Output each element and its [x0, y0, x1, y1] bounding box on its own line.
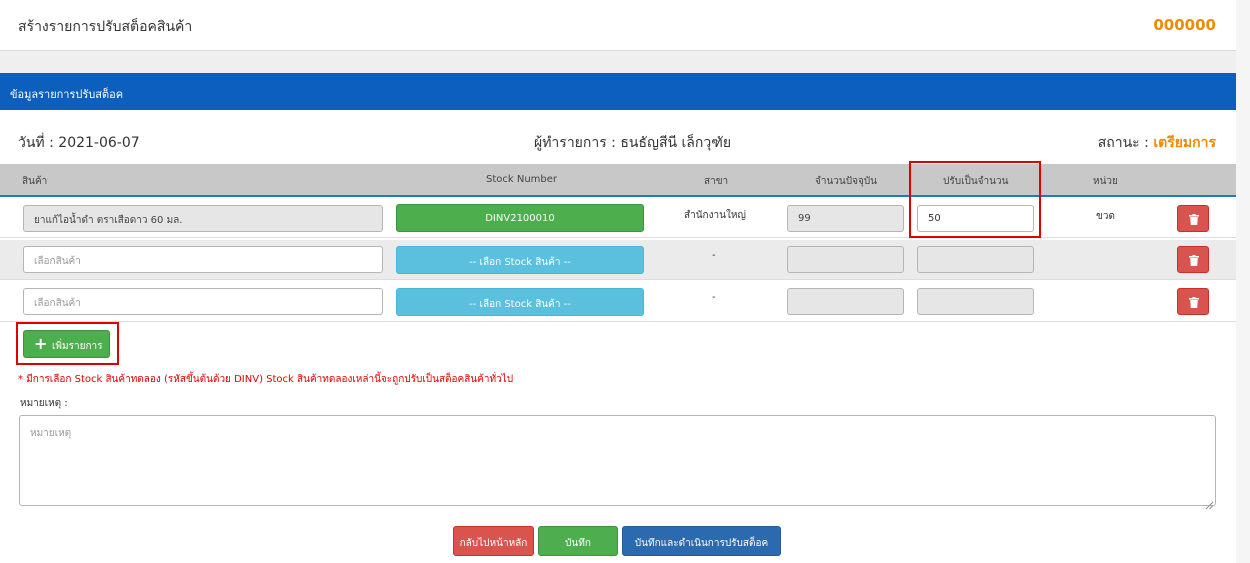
- maker-value: ธนธัญสีนี เล็กวุฑัย: [620, 135, 732, 151]
- info-row: วันที่ : 2021-06-07 ผู้ทำรายการ : ธนธัญส…: [0, 110, 1236, 164]
- date-info: วันที่ : 2021-06-07: [18, 132, 140, 154]
- page: สร้างรายการปรับสต็อคสินค้า 000000 ข้อมูล…: [0, 0, 1250, 563]
- delete-row-button[interactable]: [1177, 246, 1209, 273]
- date-value: 2021-06-07: [58, 135, 140, 151]
- table-row: เลือกสินค้า -- เลือก Stock สินค้า -- -: [0, 282, 1236, 322]
- maker-info: ผู้ทำรายการ : ธนธัญสีนี เล็กวุฑัย: [534, 132, 731, 154]
- page-title: สร้างรายการปรับสต็อคสินค้า: [18, 19, 193, 35]
- product-field[interactable]: ยาแก้ไอน้ำดำ ตราเสือดาว 60 มล.: [23, 205, 383, 232]
- branch-text: -: [712, 292, 716, 303]
- status-label: สถานะ :: [1097, 135, 1149, 151]
- stock-select-button[interactable]: DINV2100010: [396, 204, 644, 232]
- trial-stock-note: * มีการเลือก Stock สินค้าทดลอง (รหัสขึ้น…: [18, 374, 514, 385]
- unit-text: ขวด: [1096, 211, 1115, 222]
- current-qty-field: [787, 246, 904, 273]
- back-button[interactable]: กลับไปหน้าหลัก: [453, 526, 534, 556]
- delete-row-button[interactable]: [1177, 288, 1209, 315]
- header-current-qty: จำนวนปัจจุบัน: [815, 176, 878, 187]
- trash-icon: [1189, 297, 1199, 308]
- trash-icon: [1189, 255, 1199, 266]
- current-qty-field: [787, 288, 904, 315]
- highlight-add-button: [16, 322, 119, 365]
- stock-select-button[interactable]: -- เลือก Stock สินค้า --: [396, 288, 644, 316]
- header-product: สินค้า: [22, 176, 48, 187]
- save-and-adjust-button[interactable]: บันทึกและดำเนินการปรับสต็อค: [622, 526, 781, 556]
- table-row: ยาแก้ไอน้ำดำ ตราเสือดาว 60 มล. DINV21000…: [0, 198, 1236, 238]
- delete-row-button[interactable]: [1177, 205, 1209, 232]
- adjustment-panel: ข้อมูลรายการปรับสต็อค วันที่ : 2021-06-0…: [0, 73, 1236, 563]
- header-stock-number: Stock Number: [486, 174, 558, 185]
- table-header: สินค้า Stock Number สาขา จำนวนปัจจุบัน ป…: [0, 164, 1236, 197]
- panel-header: ข้อมูลรายการปรับสต็อค: [0, 73, 1236, 110]
- status-value: เตรียมการ: [1153, 135, 1216, 151]
- save-button[interactable]: บันทึก: [538, 526, 618, 556]
- resize-handle-icon[interactable]: [1205, 495, 1214, 514]
- branch-text: -: [712, 250, 716, 261]
- status-info: สถานะ : เตรียมการ: [1098, 132, 1216, 154]
- trash-icon: [1189, 214, 1199, 225]
- stock-select-button[interactable]: -- เลือก Stock สินค้า --: [396, 246, 644, 274]
- scrollbar[interactable]: [1236, 0, 1250, 563]
- adjust-qty-input[interactable]: [917, 246, 1034, 273]
- product-input[interactable]: เลือกสินค้า: [23, 246, 383, 273]
- adjust-qty-input[interactable]: [917, 288, 1034, 315]
- header-unit: หน่วย: [1093, 176, 1118, 187]
- maker-label: ผู้ทำรายการ :: [534, 135, 616, 151]
- date-label: วันที่ :: [18, 135, 54, 151]
- document-number: 000000: [1153, 16, 1216, 34]
- highlight-adjust-column: [909, 161, 1041, 238]
- table-row: เลือกสินค้า -- เลือก Stock สินค้า -- -: [0, 240, 1236, 280]
- product-input[interactable]: เลือกสินค้า: [23, 288, 383, 315]
- remark-label: หมายเหตุ :: [20, 398, 68, 409]
- remark-textarea[interactable]: หมายเหตุ: [19, 415, 1216, 506]
- branch-text: สำนักงานใหญ่: [684, 210, 746, 221]
- current-qty-field: 99: [787, 205, 904, 232]
- title-card: สร้างรายการปรับสต็อคสินค้า 000000: [0, 0, 1236, 51]
- header-branch: สาขา: [704, 176, 729, 187]
